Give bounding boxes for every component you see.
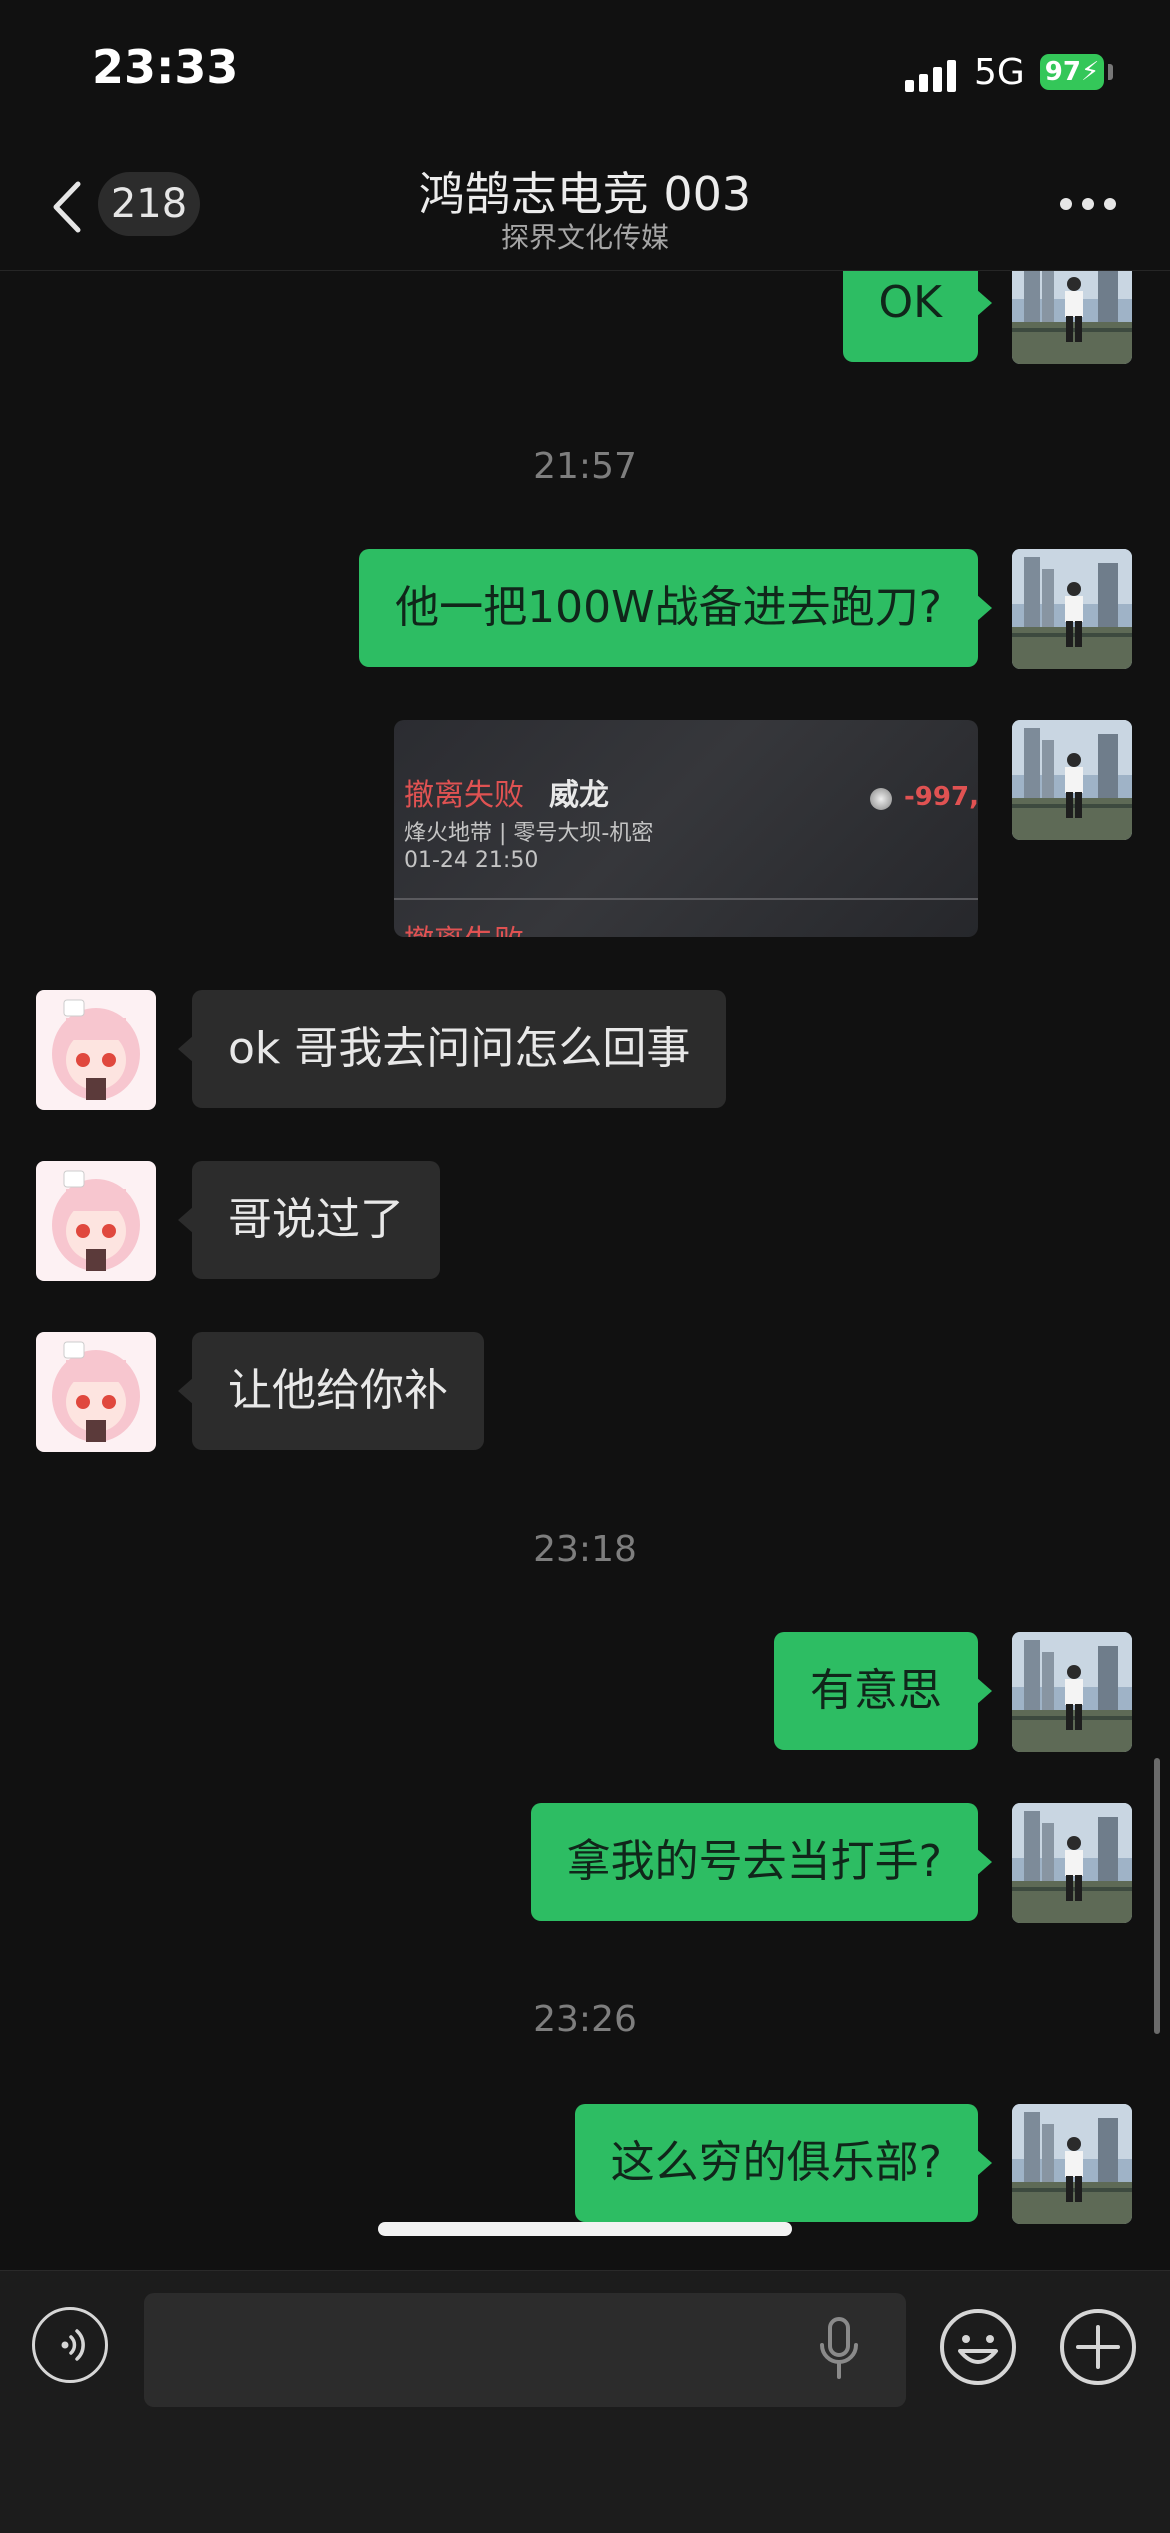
- battery-icon: 97⚡: [1040, 54, 1104, 90]
- image-extract-status-2: 撤离失败: [404, 916, 524, 937]
- voice-icon[interactable]: [32, 2307, 108, 2383]
- self-avatar[interactable]: [1012, 2104, 1132, 2224]
- chat-subtitle: 探界文化传媒: [500, 221, 669, 254]
- status-time: 23:33: [92, 40, 239, 94]
- self-avatar[interactable]: [1012, 1632, 1132, 1752]
- message-bubble-other[interactable]: 哥说过了: [178, 1161, 440, 1279]
- battery-level: 97: [1044, 57, 1081, 87]
- input-bar: [0, 2270, 1170, 2533]
- image-map-name: 烽火地带 | 零号大坝-机密: [404, 821, 654, 846]
- contact-avatar[interactable]: [36, 990, 156, 1110]
- self-avatar[interactable]: [1012, 271, 1132, 364]
- self-avatar[interactable]: [1012, 720, 1132, 840]
- self-avatar[interactable]: [1012, 549, 1132, 669]
- contact-avatar[interactable]: [36, 1161, 156, 1281]
- chat-nav-bar: 218 鸿鹄志电竞 003 探界文化传媒: [0, 140, 1170, 271]
- chat-messages[interactable]: OK 21:57 他一把100W战备进去跑刀? 撤离失败 威龙 烽火地带 | 零…: [0, 271, 1170, 2270]
- message-bubble-self[interactable]: 这么穷的俱乐部?: [574, 2104, 993, 2222]
- message-input[interactable]: [144, 2293, 906, 2407]
- image-divider: [394, 898, 978, 900]
- signal-icon: [905, 58, 959, 92]
- image-operator-name: 威龙: [549, 778, 609, 813]
- network-type: 5G: [974, 52, 1025, 93]
- self-avatar[interactable]: [1012, 1803, 1132, 1923]
- status-bar: 23:33 5G 97⚡: [0, 0, 1170, 140]
- more-dots-icon[interactable]: [1060, 198, 1116, 212]
- scroll-indicator[interactable]: [1154, 1758, 1160, 2034]
- image-match-time: 01-24 21:50: [404, 848, 539, 873]
- timestamp: 23:26: [533, 1999, 637, 2040]
- plus-icon[interactable]: [1058, 2307, 1138, 2387]
- emoji-icon[interactable]: [938, 2307, 1018, 2387]
- timestamp: 23:18: [533, 1529, 637, 1570]
- mic-icon[interactable]: [815, 2315, 863, 2385]
- image-extract-status: 撤离失败: [404, 778, 524, 813]
- battery-nub: [1108, 64, 1113, 80]
- contact-avatar[interactable]: [36, 1332, 156, 1452]
- message-bubble-self[interactable]: 有意思: [774, 1632, 992, 1750]
- message-bubble-self[interactable]: 他一把100W战备进去跑刀?: [359, 549, 992, 667]
- message-bubble-other[interactable]: 让他给你补: [178, 1332, 484, 1450]
- message-bubble-other[interactable]: ok 哥我去问问怎么回事: [177, 990, 727, 1108]
- message-bubble-self[interactable]: 拿我的号去当打手?: [530, 1803, 993, 1921]
- timestamp: 21:57: [533, 446, 637, 487]
- image-value: -997,0: [904, 782, 978, 812]
- home-indicator[interactable]: [378, 2222, 792, 2236]
- chat-title: 鸿鹄志电竞 003: [418, 167, 752, 221]
- message-bubble-self[interactable]: OK: [842, 271, 992, 362]
- coin-icon: [870, 788, 892, 810]
- image-message[interactable]: 撤离失败 威龙 烽火地带 | 零号大坝-机密 01-24 21:50 -997,…: [394, 720, 978, 937]
